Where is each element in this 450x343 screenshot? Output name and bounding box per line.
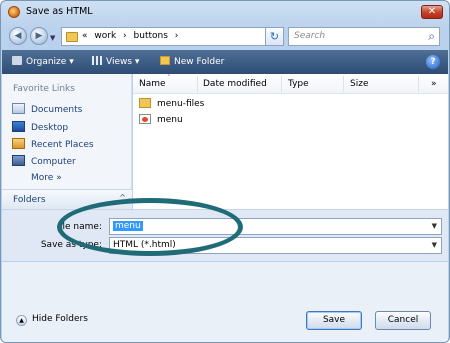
search-placeholder: Search — [294, 31, 326, 41]
columns-overflow-button[interactable]: » — [431, 79, 437, 89]
column-header-date-modified[interactable]: Date modified — [203, 79, 267, 89]
app-icon — [8, 6, 20, 18]
save-type-value: HTML (*.html) — [113, 240, 176, 250]
html-file-icon — [139, 114, 151, 124]
file-row-menu-files[interactable]: menu-files — [139, 98, 204, 109]
sort-arrow-icon: ˄ — [167, 74, 171, 82]
new-folder-icon — [160, 56, 170, 65]
folders-toggle[interactable]: Folders ^ — [2, 189, 132, 209]
breadcrumb-item-work[interactable]: work — [94, 31, 116, 41]
file-name: menu-files — [157, 99, 205, 109]
sidebar-item-label: Documents — [31, 105, 83, 115]
save-type-select[interactable]: HTML (*.html) ▼ — [109, 237, 442, 254]
breadcrumb-separator[interactable]: › — [123, 31, 127, 41]
file-name-value: menu — [113, 221, 143, 231]
file-list: ˄ Name Date modified Type Size » menu-fi… — [133, 74, 448, 209]
hide-folders-label: Hide Folders — [32, 314, 88, 324]
recent-places-icon — [12, 138, 25, 149]
sidebar-item-recent-places[interactable]: Recent Places — [12, 138, 94, 150]
column-header-type[interactable]: Type — [288, 79, 309, 89]
dialog-footer: ▲ Hide Folders Save Cancel — [2, 262, 448, 342]
title-bar: Save as HTML ✕ — [1, 1, 449, 23]
computer-icon — [12, 155, 25, 166]
breadcrumb-overflow[interactable]: « — [82, 31, 88, 41]
search-icon[interactable]: ⌕ — [428, 29, 435, 44]
folder-icon — [139, 98, 151, 108]
breadcrumb-item-buttons[interactable]: buttons — [134, 31, 168, 41]
column-divider[interactable] — [281, 76, 282, 92]
file-name-input[interactable]: menu ▼ — [109, 218, 442, 235]
sidebar-item-computer[interactable]: Computer — [12, 155, 76, 167]
documents-icon — [12, 103, 25, 114]
organize-icon — [12, 56, 22, 65]
command-toolbar: Organize ▾ Views ▾ New Folder ? — [2, 50, 448, 74]
new-folder-label: New Folder — [174, 57, 225, 67]
sidebar-item-desktop[interactable]: Desktop — [12, 121, 68, 133]
refresh-button[interactable]: ↻ — [265, 27, 284, 46]
save-type-label: Save as type: — [40, 240, 102, 250]
sidebar-item-label: Desktop — [31, 123, 69, 133]
close-button[interactable]: ✕ — [421, 5, 443, 19]
chevron-down-icon[interactable]: ▼ — [432, 241, 437, 249]
views-icon — [92, 56, 102, 65]
chevron-down-icon: ▾ — [69, 57, 74, 67]
address-bar[interactable]: « work › buttons › ▼ — [61, 27, 281, 46]
sidebar-item-label: Recent Places — [31, 140, 94, 150]
new-folder-button[interactable]: New Folder — [160, 56, 224, 67]
save-as-dialog: Save as HTML ✕ ◀ ▶ ▼ « work › buttons › … — [0, 0, 450, 343]
chevron-up-icon: ▲ — [16, 315, 27, 326]
organize-button[interactable]: Organize ▾ — [12, 56, 74, 67]
sidebar-item-documents[interactable]: Documents — [12, 103, 82, 115]
file-row-menu[interactable]: menu — [139, 114, 183, 125]
more-links-button[interactable]: More » — [31, 173, 62, 183]
column-divider[interactable] — [343, 76, 344, 92]
help-button[interactable]: ? — [426, 55, 440, 69]
column-header-row: ˄ Name Date modified Type Size » — [133, 74, 448, 94]
column-header-name[interactable]: Name — [139, 79, 166, 89]
breadcrumb-separator[interactable]: › — [175, 31, 179, 41]
double-chevron-right-icon: » — [56, 173, 62, 183]
folders-label: Folders — [13, 195, 46, 205]
column-header-size[interactable]: Size — [350, 79, 368, 89]
sidebar-item-label: Computer — [31, 157, 76, 167]
back-button[interactable]: ◀ — [9, 27, 27, 45]
navigation-bar: ◀ ▶ ▼ « work › buttons › ▼ ↻ Search ⌕ — [1, 23, 449, 49]
desktop-icon — [12, 121, 25, 132]
breadcrumb: « work › buttons › — [82, 31, 182, 41]
chevron-down-icon: ▾ — [134, 57, 140, 67]
hide-folders-button[interactable]: ▲ Hide Folders — [16, 314, 88, 326]
window-title: Save as HTML — [26, 6, 93, 17]
file-name: menu — [157, 115, 183, 125]
save-fields: le name: menu ▼ Save as type: HTML (*.ht… — [2, 209, 448, 261]
more-label: More — [31, 173, 54, 183]
organize-label: Organize — [26, 57, 67, 67]
views-label: Views — [106, 57, 133, 67]
recent-pages-dropdown-icon[interactable]: ▼ — [50, 34, 55, 42]
cancel-button[interactable]: Cancel — [375, 311, 431, 330]
views-button[interactable]: Views ▾ — [92, 56, 139, 67]
file-name-label: le name: — [62, 222, 102, 232]
column-divider[interactable] — [197, 76, 198, 92]
forward-button[interactable]: ▶ — [30, 27, 48, 45]
save-button[interactable]: Save — [306, 311, 362, 330]
chevron-down-icon[interactable]: ▼ — [432, 222, 437, 230]
search-input[interactable]: Search ⌕ — [288, 27, 440, 46]
favorite-links-heading: Favorite Links — [13, 84, 75, 94]
folder-icon — [66, 32, 78, 42]
column-divider[interactable] — [418, 76, 419, 92]
chevron-up-icon: ^ — [119, 193, 126, 202]
